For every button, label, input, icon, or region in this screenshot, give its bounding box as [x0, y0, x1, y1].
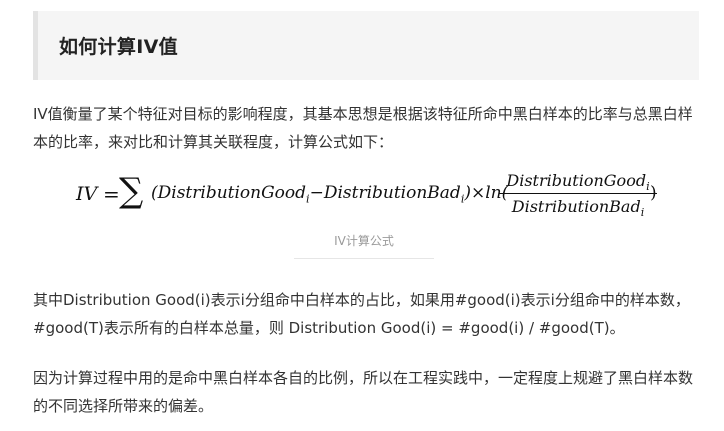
formula-minus: −: [309, 183, 324, 203]
formula-close-paren: ): [650, 183, 657, 203]
formula-numerator: DistributionGoodi: [499, 170, 657, 193]
formula-lhs: IV: [76, 183, 98, 205]
formula-bad-term: DistributionBad: [323, 183, 461, 203]
formula-equals: =: [103, 182, 120, 206]
formula-fraction: DistributionGoodi DistributionBadi: [499, 170, 657, 220]
section-heading-block: 如何计算IV值: [33, 11, 699, 80]
formula-caption: IV计算公式: [294, 232, 434, 259]
formula-sum-symbol: ∑: [119, 171, 144, 211]
iv-formula: IV = ∑ (DistributionGoodi−DistributionBa…: [76, 170, 676, 222]
reason-paragraph: 因为计算过程中用的是命中黑白样本各自的比例，所以在工程实践中，一定程度上规避了黑…: [33, 369, 694, 415]
section-title: 如何计算IV值: [59, 36, 178, 58]
intro-paragraph: IV值衡量了某个特征对目标的影响程度，其基本思想是根据该特征所命中黑白样本的比率…: [33, 105, 693, 151]
formula-good-term: (DistributionGood: [151, 183, 307, 203]
formula-body: (DistributionGoodi−DistributionBadi)×ln(: [151, 183, 508, 205]
formula-denominator-text: DistributionBad: [511, 197, 641, 216]
definition-paragraph: 其中Distribution Good(i)表示i分组命中白样本的占比，如果用#…: [33, 291, 690, 337]
formula-numerator-text: DistributionGood: [506, 171, 647, 190]
formula-subscript: i: [640, 206, 645, 220]
formula-fraction-bar: [499, 193, 657, 194]
formula-denominator: DistributionBadi: [499, 196, 657, 220]
